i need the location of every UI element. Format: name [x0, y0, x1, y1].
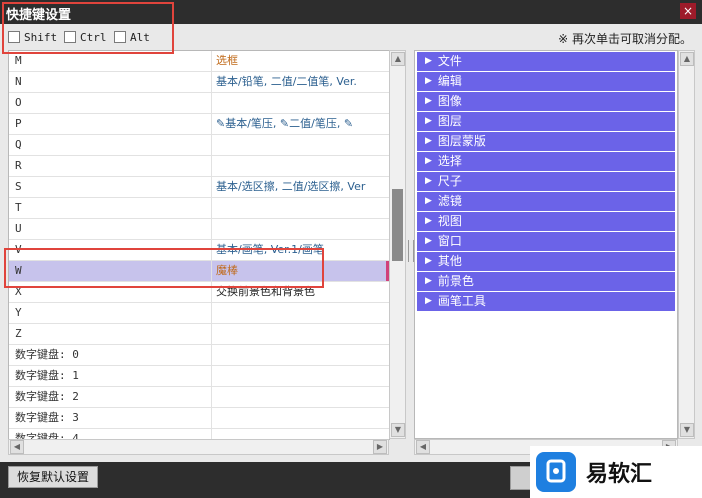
value-cell: 基本/铅笔, 二值/二值笔, Ver.: [216, 75, 357, 88]
scroll-down-arrow-icon[interactable]: ▼: [680, 423, 694, 437]
expand-arrow-icon: ▶: [425, 116, 432, 126]
key-cell: Z: [9, 324, 212, 344]
key-cell: S: [9, 177, 212, 197]
table-row[interactable]: P ✎基本/笔压, ✎二值/笔压, ✎: [9, 114, 389, 135]
category-item[interactable]: ▶ 图像: [417, 92, 675, 111]
value-cell: [212, 408, 389, 428]
key-cell: Y: [9, 303, 212, 323]
table-row[interactable]: Q: [9, 135, 389, 156]
value-cell: [212, 198, 389, 218]
value-cell: [212, 366, 389, 386]
category-item[interactable]: ▶ 编辑: [417, 72, 675, 91]
table-row[interactable]: 数字键盘: 3: [9, 408, 389, 429]
watermark: 易软汇: [530, 446, 702, 498]
table-row[interactable]: Y: [9, 303, 389, 324]
table-row[interactable]: O: [9, 93, 389, 114]
expand-arrow-icon: ▶: [425, 276, 432, 286]
table-row[interactable]: M 选框: [9, 51, 389, 72]
category-item[interactable]: ▶ 视图: [417, 212, 675, 231]
key-cell: U: [9, 219, 212, 239]
annotation-box-selected-row: [4, 248, 324, 288]
table-row[interactable]: N 基本/铅笔, 二值/二值笔, Ver.: [9, 72, 389, 93]
scroll-down-arrow-icon[interactable]: ▼: [391, 423, 405, 437]
category-vertical-scrollbar[interactable]: ▲ ▼: [678, 50, 695, 439]
value-cell: [212, 93, 389, 113]
reset-defaults-button[interactable]: 恢复默认设置: [8, 466, 99, 488]
category-item[interactable]: ▶ 图层: [417, 112, 675, 131]
expand-arrow-icon: ▶: [425, 76, 432, 86]
expand-arrow-icon: ▶: [425, 136, 432, 146]
expand-arrow-icon: ▶: [425, 296, 432, 306]
value-cell: 基本/选区擦, 二值/选区擦, Ver: [216, 180, 366, 193]
scroll-left-arrow-icon[interactable]: ◀: [10, 440, 24, 454]
category-item[interactable]: ▶ 尺子: [417, 172, 675, 191]
table-row[interactable]: S 基本/选区擦, 二值/选区擦, Ver: [9, 177, 389, 198]
watermark-logo-icon: [536, 452, 576, 492]
table-row[interactable]: Z: [9, 324, 389, 345]
category-item[interactable]: ▶ 图层蒙版: [417, 132, 675, 151]
value-cell: [212, 345, 389, 365]
key-cell: Q: [9, 135, 212, 155]
key-cell: T: [9, 198, 212, 218]
category-item[interactable]: ▶ 窗口: [417, 232, 675, 251]
expand-arrow-icon: ▶: [425, 156, 432, 166]
value-cell: [212, 303, 389, 323]
expand-arrow-icon: ▶: [425, 236, 432, 246]
scroll-thumb[interactable]: [392, 189, 403, 261]
table-row[interactable]: T: [9, 198, 389, 219]
key-cell: 数字键盘: 0: [9, 345, 212, 365]
value-cell: [212, 156, 389, 176]
expand-arrow-icon: ▶: [425, 96, 432, 106]
category-item[interactable]: ▶ 前景色: [417, 272, 675, 291]
key-cell: 数字键盘: 2: [9, 387, 212, 407]
expand-arrow-icon: ▶: [425, 196, 432, 206]
expand-arrow-icon: ▶: [425, 216, 432, 226]
key-cell: N: [9, 72, 212, 92]
key-cell: O: [9, 93, 212, 113]
key-cell: R: [9, 156, 212, 176]
scroll-right-arrow-icon[interactable]: ▶: [373, 440, 387, 454]
value-cell: ✎基本/笔压, ✎二值/笔压, ✎: [216, 117, 354, 130]
shortcut-table: M 选框 N 基本/铅笔, 二值/二值笔, Ver. O P ✎基本/笔压, ✎二值/…: [8, 50, 390, 440]
table-row[interactable]: R: [9, 156, 389, 177]
key-cell: 数字键盘: 1: [9, 366, 212, 386]
expand-arrow-icon: ▶: [425, 256, 432, 266]
category-panel: ▶ 文件 ▶ 编辑 ▶ 图像 ▶ 图层 ▶ 图层蒙版 ▶ 选择 ▶ 尺子 ▶ 滤镜 ▶ 视图 ▶ 窗…: [414, 50, 678, 439]
hint-text: ※ 再次单击可取消分配。: [558, 32, 692, 46]
annotation-box-modifiers: [2, 2, 174, 54]
key-cell: M: [9, 51, 212, 71]
watermark-text: 易软汇: [586, 462, 653, 487]
value-cell: [212, 324, 389, 344]
scroll-left-arrow-icon[interactable]: ◀: [416, 440, 430, 454]
category-item[interactable]: ▶ 滤镜: [417, 192, 675, 211]
table-row[interactable]: 数字键盘: 1: [9, 366, 389, 387]
key-cell: 数字键盘: 3: [9, 408, 212, 428]
value-cell: [212, 135, 389, 155]
category-item[interactable]: ▶ 其他: [417, 252, 675, 271]
table-vertical-scrollbar[interactable]: ▲ ▼: [389, 50, 406, 439]
value-cell: 选框: [216, 54, 238, 67]
category-item[interactable]: ▶ 文件: [417, 52, 675, 71]
category-item[interactable]: ▶ 选择: [417, 152, 675, 171]
scroll-up-arrow-icon[interactable]: ▲: [391, 52, 405, 66]
table-row[interactable]: 数字键盘: 2: [9, 387, 389, 408]
value-cell: [212, 219, 389, 239]
close-button[interactable]: ×: [680, 3, 696, 19]
table-horizontal-scrollbar[interactable]: ◀ ▶: [8, 439, 389, 455]
value-cell: [212, 387, 389, 407]
table-row[interactable]: 数字键盘: 0: [9, 345, 389, 366]
table-row[interactable]: U: [9, 219, 389, 240]
expand-arrow-icon: ▶: [425, 176, 432, 186]
expand-arrow-icon: ▶: [425, 56, 432, 66]
category-item[interactable]: ▶ 画笔工具: [417, 292, 675, 311]
key-cell: P: [9, 114, 212, 134]
scroll-up-arrow-icon[interactable]: ▲: [680, 52, 694, 66]
